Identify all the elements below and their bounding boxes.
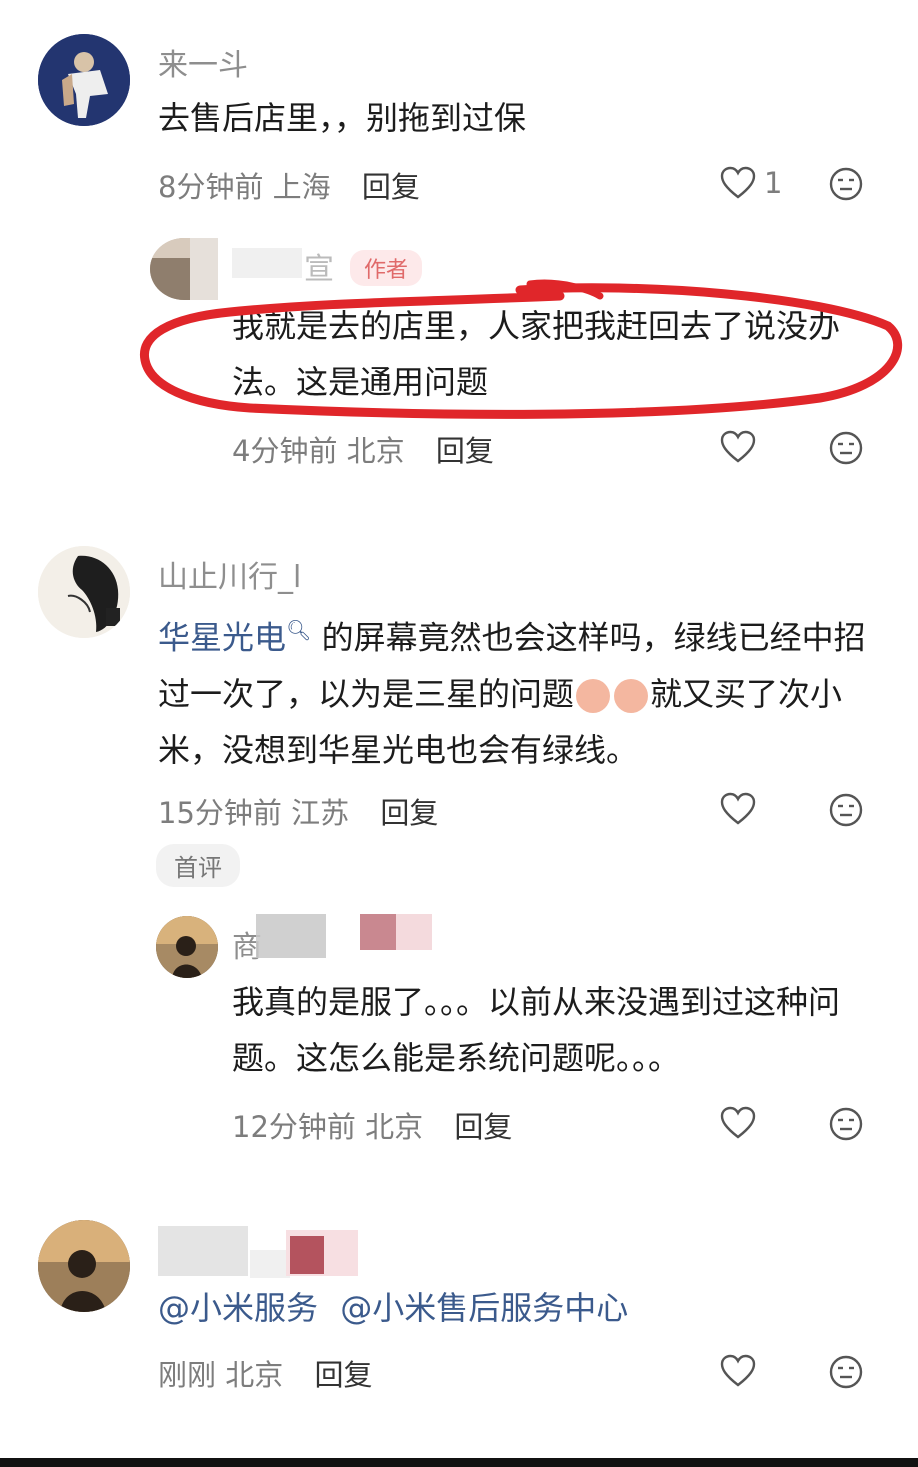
comment-location: 北京: [225, 1358, 284, 1392]
mention-link[interactable]: @小米服务: [158, 1289, 318, 1327]
blurred-author-badge: [290, 1236, 324, 1274]
blurred-name: [256, 914, 326, 958]
blurred-name: [158, 1226, 248, 1276]
comment-meta: 刚刚 北京 回复: [158, 1352, 372, 1394]
comment-text: 华星光电🔍︎ 的屏幕竟然也会这样吗，绿线已经中招过一次了，以为是三星的问题 就又买…: [158, 602, 873, 778]
heart-icon[interactable]: [720, 792, 756, 826]
reply-button[interactable]: 回复: [380, 796, 438, 830]
reply-button[interactable]: 回复: [314, 1358, 372, 1392]
comment-text: @小米服务 @小米售后服务中心: [158, 1280, 628, 1336]
comment-meta: 15分钟前 江苏 回复: [158, 790, 438, 832]
blurred-name: [250, 1250, 290, 1278]
mention-link[interactable]: @小米售后服务中心: [340, 1289, 628, 1327]
crying-face-emoji: [614, 678, 649, 713]
bottom-edge: [0, 1458, 918, 1467]
heart-icon[interactable]: [720, 1106, 756, 1140]
reply-time: 12分钟前: [232, 1110, 356, 1144]
comment-location: 江苏: [291, 796, 350, 830]
reply-location: 北京: [365, 1110, 424, 1144]
dislike-face-icon[interactable]: [828, 792, 864, 828]
comment-time: 15分钟前: [158, 796, 282, 830]
commenter-name[interactable]: 山止川行_l: [158, 552, 301, 596]
avatar[interactable]: [38, 1220, 130, 1312]
avatar[interactable]: [38, 546, 130, 638]
dislike-face-icon[interactable]: [828, 1106, 864, 1142]
topic-link[interactable]: 华星光电: [158, 619, 286, 657]
comment-time: 刚刚: [158, 1358, 217, 1392]
reply-meta: 12分钟前 北京 回复: [232, 1104, 512, 1146]
avatar-image: [156, 916, 218, 978]
first-comment-badge: 首评: [156, 844, 240, 887]
reply-avatar[interactable]: [156, 916, 218, 978]
blurred-author-badge: [360, 914, 396, 950]
reply-button[interactable]: 回复: [454, 1110, 512, 1144]
annotation-circle: [139, 279, 902, 419]
dislike-face-icon[interactable]: [828, 1354, 864, 1390]
avatar-image: [38, 1220, 130, 1312]
reply-text: 我真的是服了。。。以前从来没遇到过这种问题。这怎么能是系统问题呢。。。: [232, 983, 841, 1077]
crying-face-emoji: [576, 678, 611, 713]
search-icon[interactable]: 🔍︎: [286, 618, 311, 642]
heart-icon[interactable]: [720, 1354, 756, 1388]
avatar-image: [38, 546, 130, 638]
